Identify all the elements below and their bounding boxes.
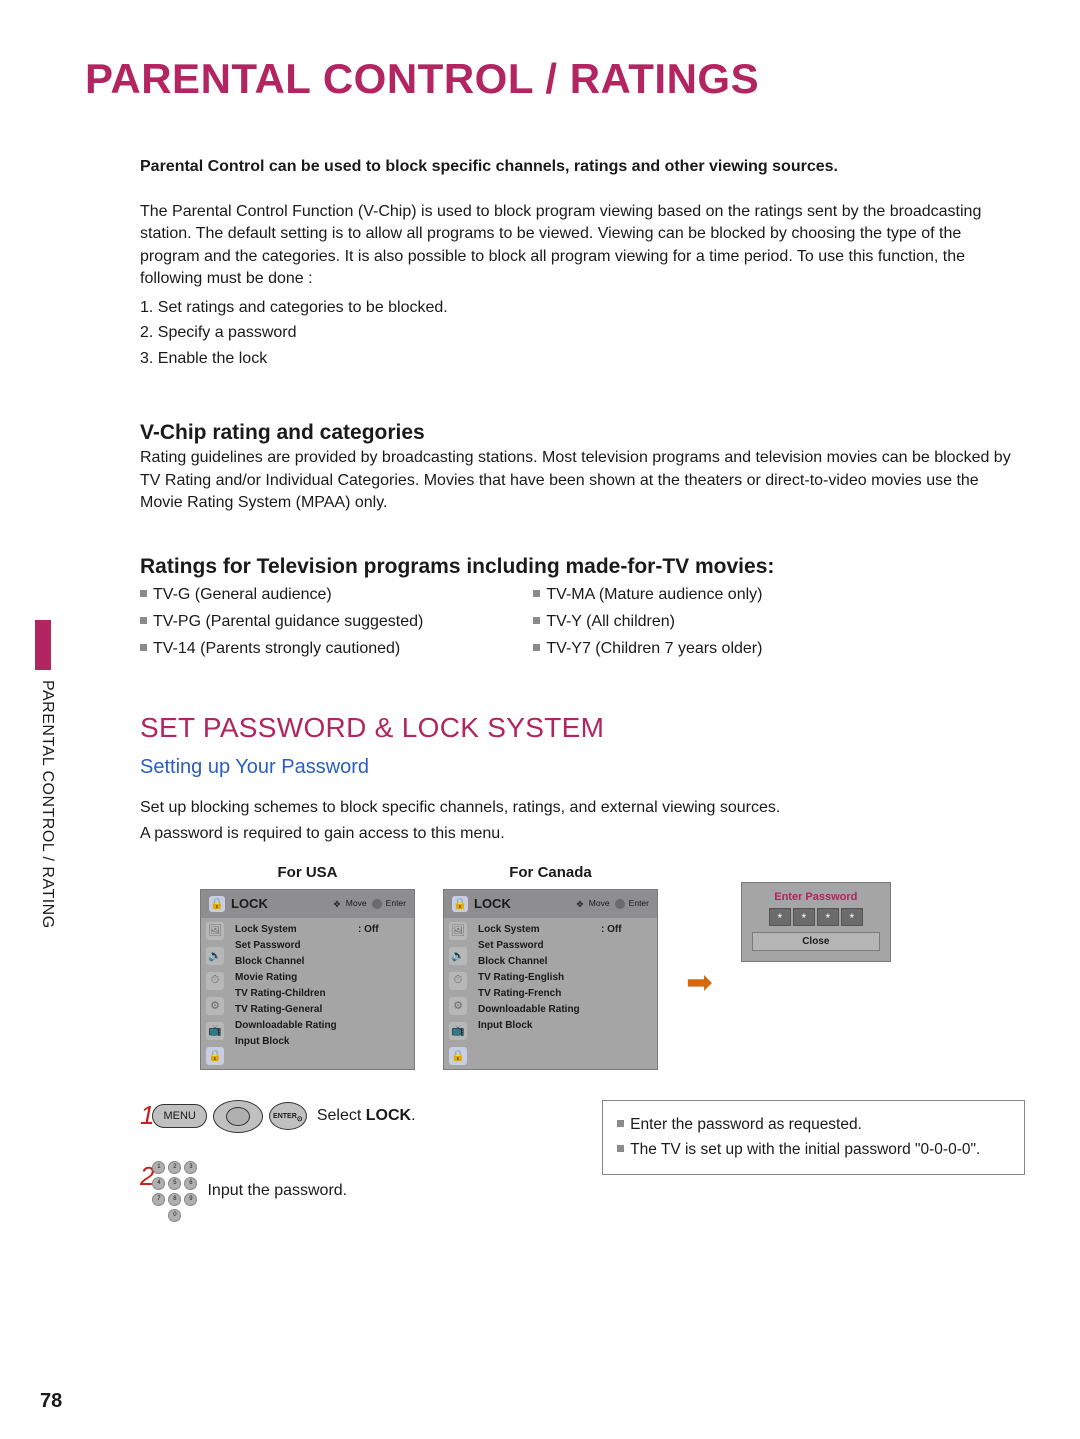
osd-item-lock-system[interactable]: Lock System: Off xyxy=(478,922,651,938)
step-2-text: Input the password. xyxy=(207,1182,347,1200)
setpassword-subheading: Setting up Your Password xyxy=(140,756,1025,779)
lock-icon: 🔒 xyxy=(452,896,468,912)
osd-item[interactable]: TV Rating-General xyxy=(235,1002,408,1018)
osd-panel-canada: 🔒 LOCK ✥ Move Enter 🖼 🔊 ⏱ ⚙ 📺 xyxy=(443,889,658,1070)
lock-icon: 🔒 xyxy=(209,896,225,912)
bullet-icon xyxy=(533,617,540,624)
bullet-icon xyxy=(140,617,147,624)
setpw-p1: Set up blocking schemes to block specifi… xyxy=(140,797,1025,819)
osd-item[interactable]: TV Rating-French xyxy=(478,986,651,1002)
note-line-1: Enter the password as requested. xyxy=(630,1116,862,1133)
lock-icon[interactable]: 🔒 xyxy=(206,1047,224,1065)
move-icon: ✥ xyxy=(333,899,343,909)
step-1-text: Select LOCK. xyxy=(317,1107,416,1125)
enter-icon xyxy=(615,899,625,909)
rating-item: TV-PG (Parental guidance suggested) xyxy=(140,608,423,635)
rating-item: TV-Y (All children) xyxy=(533,608,762,635)
tv-icon[interactable]: 📺 xyxy=(206,1022,224,1040)
notes-box: Enter the password as requested. The TV … xyxy=(602,1100,1025,1176)
password-digit[interactable]: * xyxy=(817,908,839,926)
osd-hints: ✥ Move Enter xyxy=(333,898,406,909)
usa-panel-label: For USA xyxy=(278,864,338,881)
setpassword-heading: SET PASSWORD & LOCK SYSTEM xyxy=(140,712,1025,744)
enter-icon xyxy=(372,899,382,909)
osd-title: LOCK xyxy=(231,896,268,911)
osd-item[interactable]: Set Password xyxy=(478,938,651,954)
numpad-icon[interactable]: 123 456 789 0 xyxy=(152,1161,197,1222)
audio-icon[interactable]: 🔊 xyxy=(206,947,224,965)
intro-step-3: 3. Enable the lock xyxy=(140,346,1025,372)
osd-item-lock-system[interactable]: Lock System: Off xyxy=(235,922,408,938)
dpad-icon[interactable] xyxy=(213,1100,263,1133)
bullet-icon xyxy=(533,590,540,597)
rating-item: TV-14 (Parents strongly cautioned) xyxy=(140,635,423,662)
rating-item: TV-G (General audience) xyxy=(140,581,423,608)
option-icon[interactable]: ⚙ xyxy=(206,997,224,1015)
arrow-icon: ➡ xyxy=(686,963,713,1001)
side-tab xyxy=(35,620,51,670)
intro-paragraph: The Parental Control Function (V-Chip) i… xyxy=(140,201,1025,291)
osd-item[interactable]: Set Password xyxy=(235,938,408,954)
intro-summary: Parental Control can be used to block sp… xyxy=(140,158,1025,176)
picture-icon[interactable]: 🖼 xyxy=(449,922,467,940)
side-section-label: PARENTAL CONTROL / RATING xyxy=(38,680,56,929)
bullet-icon xyxy=(617,1145,624,1152)
lock-icon[interactable]: 🔒 xyxy=(449,1047,467,1065)
osd-hints: ✥ Move Enter xyxy=(576,898,649,909)
close-button[interactable]: Close xyxy=(752,932,880,951)
note-line-2: The TV is set up with the initial passwo… xyxy=(630,1141,980,1158)
osd-panel-usa: 🔒 LOCK ✥ Move Enter 🖼 🔊 ⏱ ⚙ 📺 xyxy=(200,889,415,1070)
osd-item[interactable]: Block Channel xyxy=(235,954,408,970)
bullet-icon xyxy=(140,590,147,597)
osd-item[interactable]: Input Block xyxy=(478,1018,651,1034)
osd-item[interactable]: Input Block xyxy=(235,1034,408,1050)
time-icon[interactable]: ⏱ xyxy=(449,972,467,990)
menu-button[interactable]: MENU xyxy=(152,1104,206,1128)
rating-item: TV-Y7 (Children 7 years older) xyxy=(533,635,762,662)
intro-step-2: 2. Specify a password xyxy=(140,320,1025,346)
vchip-heading: V-Chip rating and categories xyxy=(140,421,1025,445)
setpw-p2: A password is required to gain access to… xyxy=(140,823,1025,845)
osd-item[interactable]: Downloadable Rating xyxy=(478,1002,651,1018)
bullet-icon xyxy=(140,644,147,651)
osd-item[interactable]: TV Rating-English xyxy=(478,970,651,986)
enter-password-title: Enter Password xyxy=(752,891,880,903)
osd-item[interactable]: TV Rating-Children xyxy=(235,986,408,1002)
vchip-paragraph: Rating guidelines are provided by broadc… xyxy=(140,447,1025,514)
osd-item[interactable]: Movie Rating xyxy=(235,970,408,986)
osd-item[interactable]: Block Channel xyxy=(478,954,651,970)
osd-item[interactable]: Downloadable Rating xyxy=(235,1018,408,1034)
password-digit[interactable]: * xyxy=(793,908,815,926)
page-number: 78 xyxy=(40,1390,62,1413)
osd-title: LOCK xyxy=(474,896,511,911)
bullet-icon xyxy=(533,644,540,651)
canada-panel-label: For Canada xyxy=(509,864,592,881)
move-icon: ✥ xyxy=(576,899,586,909)
option-icon[interactable]: ⚙ xyxy=(449,997,467,1015)
page-title: PARENTAL CONTROL / RATINGS xyxy=(85,55,1025,103)
ratings-heading: Ratings for Television programs includin… xyxy=(140,555,1025,579)
password-digit[interactable]: * xyxy=(841,908,863,926)
picture-icon[interactable]: 🖼 xyxy=(206,922,224,940)
audio-icon[interactable]: 🔊 xyxy=(449,947,467,965)
intro-step-1: 1. Set ratings and categories to be bloc… xyxy=(140,295,1025,321)
tv-icon[interactable]: 📺 xyxy=(449,1022,467,1040)
time-icon[interactable]: ⏱ xyxy=(206,972,224,990)
password-digit[interactable]: * xyxy=(769,908,791,926)
enter-password-dialog: Enter Password * * * * Close xyxy=(741,882,891,962)
enter-button[interactable]: ENTER⊙ xyxy=(269,1102,307,1130)
rating-item: TV-MA (Mature audience only) xyxy=(533,581,762,608)
bullet-icon xyxy=(617,1120,624,1127)
